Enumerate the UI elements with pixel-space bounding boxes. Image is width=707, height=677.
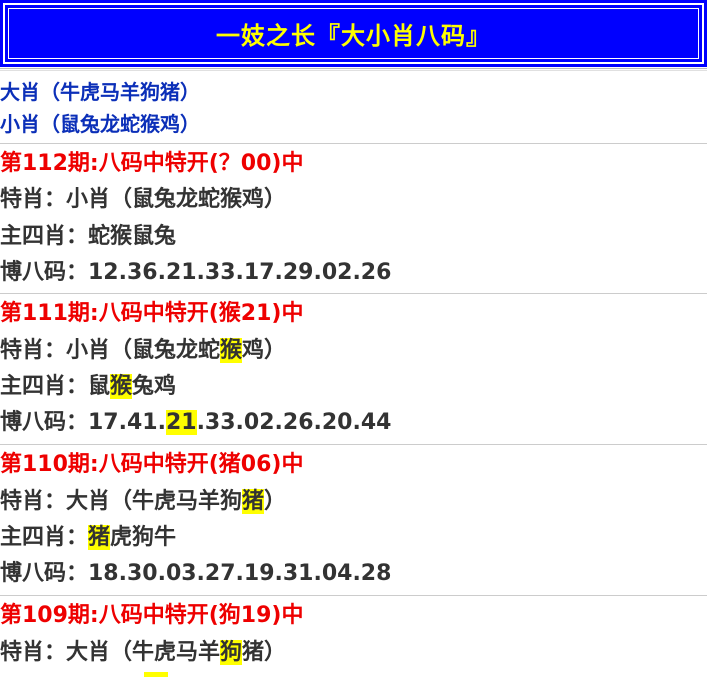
special-zodiac-text: 特肖：小肖（鼠兔龙蛇猴鸡） <box>0 187 287 212</box>
divider <box>0 293 707 294</box>
eight-codes-text: 博八码：17.41. <box>0 410 166 435</box>
hit-highlight: 猪 <box>242 489 265 514</box>
hit-highlight: 猪 <box>88 525 111 550</box>
big-zodiac-label: 大肖（牛虎马羊狗猪） <box>0 80 200 104</box>
header-shadow <box>0 68 707 69</box>
record-110-special: 特肖：大肖（牛虎马羊狗猪） <box>0 485 286 519</box>
special-zodiac-text-end: 猪） <box>242 640 287 665</box>
eight-codes-text: 博八码：12.36.21.33.17.29.02.26 <box>0 260 392 285</box>
main-four-text-end: 虎狗牛 <box>110 525 177 550</box>
divider <box>0 595 707 596</box>
special-zodiac-text-end: 鸡） <box>242 338 287 363</box>
main-four-text: 主四肖： <box>0 525 89 550</box>
partial-highlight-edge <box>144 672 168 677</box>
record-109-period: 第109期:八码中特开(狗19)中 <box>0 603 304 628</box>
record-111-main-four: 主四肖：鼠猴兔鸡 <box>0 370 176 404</box>
record-111-special: 特肖：小肖（鼠兔龙蛇猴鸡） <box>0 334 286 368</box>
record-110-eight-codes: 博八码：18.30.03.27.19.31.04.28 <box>0 557 391 591</box>
hit-highlight: 21 <box>165 410 197 435</box>
record-112-special: 特肖：小肖（鼠兔龙蛇猴鸡） <box>0 183 286 217</box>
divider <box>0 143 707 144</box>
eight-codes-text: 博八码：18.30.03.27.19.31.04.28 <box>0 561 392 586</box>
header-shadow-light <box>0 70 707 71</box>
special-zodiac-text: 特肖：小肖（鼠兔龙蛇 <box>0 338 221 363</box>
record-110-main-four: 主四肖：猪虎狗牛 <box>0 521 176 555</box>
record-111-eight-codes: 博八码：17.41.21.33.02.26.20.44 <box>0 406 391 440</box>
record-112-main-four: 主四肖：蛇猴鼠兔 <box>0 220 176 254</box>
eight-codes-text-end: .33.02.26.20.44 <box>196 410 392 435</box>
main-four-text-end: 兔鸡 <box>132 374 177 399</box>
hit-highlight: 猴 <box>220 338 243 363</box>
record-109-special: 特肖：大肖（牛虎马羊狗猪） <box>0 636 286 670</box>
special-zodiac-text: 特肖：大肖（牛虎马羊 <box>0 640 221 665</box>
record-111-period: 第111期:八码中特开(猴21)中 <box>0 301 304 326</box>
hit-highlight: 狗 <box>220 640 243 665</box>
small-zodiac-label: 小肖（鼠兔龙蛇猴鸡） <box>0 112 200 136</box>
record-112-period: 第112期:八码中特开(？00)中 <box>0 151 304 176</box>
main-four-text: 主四肖：鼠 <box>0 374 111 399</box>
record-110-period: 第110期:八码中特开(猪06)中 <box>0 452 304 477</box>
main-four-text: 主四肖：蛇猴鼠兔 <box>0 224 177 249</box>
divider <box>0 444 707 445</box>
hit-highlight: 猴 <box>110 374 133 399</box>
special-zodiac-text: 特肖：大肖（牛虎马羊狗 <box>0 489 243 514</box>
special-zodiac-text-end: ） <box>264 489 287 514</box>
page-header: 一妓之长『大小肖八码』 <box>0 0 707 67</box>
record-112-eight-codes: 博八码：12.36.21.33.17.29.02.26 <box>0 256 391 290</box>
page-title: 一妓之长『大小肖八码』 <box>216 21 491 50</box>
